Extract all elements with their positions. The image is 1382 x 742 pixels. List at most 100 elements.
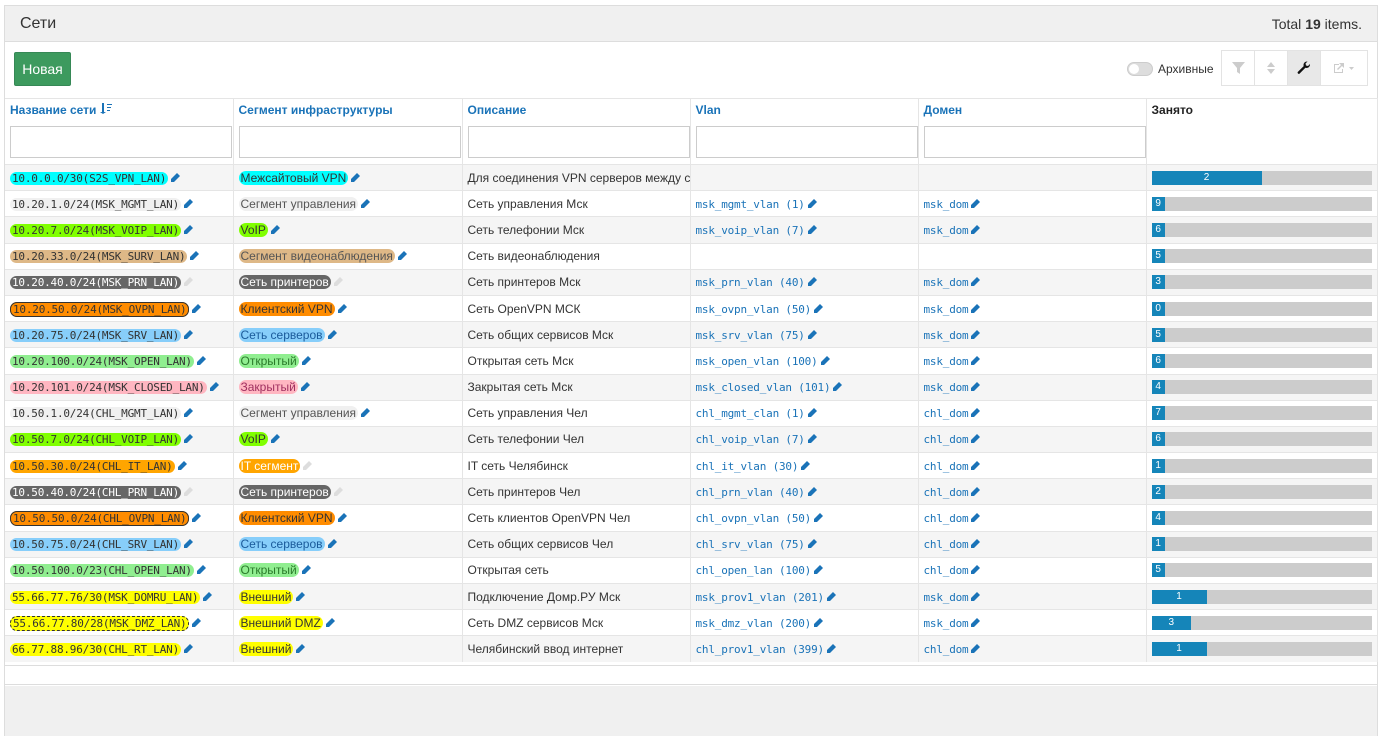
table-row[interactable]: 10.50.75.0/24(CHL_SRV_LAN) Сеть серверов С…: [5, 530, 1378, 558]
pencil-icon[interactable]: [970, 224, 981, 235]
network-name[interactable]: 10.20.7.0/24(MSK_VOIP_LAN): [10, 223, 181, 237]
pencil-icon[interactable]: [196, 565, 206, 575]
network-name[interactable]: 10.50.40.0/24(CHL_PRN_LAN): [10, 485, 181, 499]
segment-label[interactable]: Открытый: [238, 563, 299, 578]
domain-link[interactable]: chl_dom: [924, 538, 969, 551]
pencil-icon[interactable]: [813, 513, 824, 523]
segment-label[interactable]: Сеть серверов: [238, 327, 325, 342]
export-button[interactable]: [1321, 51, 1367, 85]
network-name[interactable]: 10.20.33.0/24(MSK_SURV_LAN): [10, 250, 188, 264]
pencil-icon[interactable]: [327, 329, 337, 340]
table-row[interactable]: 10.50.50.0/24(CHL_OVPN_LAN) Клиентский VP…: [5, 504, 1378, 532]
vlan-link[interactable]: msk_prn_vlan (40): [696, 276, 805, 289]
network-name[interactable]: 10.50.75.0/24(CHL_SRV_LAN): [10, 538, 181, 552]
pencil-icon[interactable]: [183, 277, 193, 287]
column-header-domain[interactable]: Домен: [918, 98, 1147, 165]
domain-link[interactable]: msk_dom: [924, 591, 969, 604]
domain-link[interactable]: chl_dom: [924, 460, 969, 473]
domain-link[interactable]: msk_dom: [924, 224, 969, 237]
segment-label[interactable]: Клиентский VPN: [238, 301, 335, 316]
pencil-icon[interactable]: [970, 617, 981, 628]
pencil-icon[interactable]: [807, 277, 817, 287]
pencil-icon[interactable]: [270, 224, 280, 235]
pencil-icon[interactable]: [813, 617, 824, 628]
pencil-icon[interactable]: [302, 460, 313, 471]
pencil-icon[interactable]: [191, 617, 202, 628]
segment-label[interactable]: Сеть серверов: [238, 537, 325, 552]
vlan-link[interactable]: msk_voip_vlan (7): [696, 224, 805, 237]
vlan-link[interactable]: msk_dmz_vlan (200): [696, 617, 812, 630]
network-name[interactable]: 10.50.100.0/23(CHL_OPEN_LAN): [10, 564, 194, 578]
vlan-link[interactable]: msk_mgmt_vlan (1): [696, 198, 805, 211]
table-row[interactable]: 10.0.0.0/30(S2S_VPN_LAN) Межсайтовый VPN Д…: [5, 163, 1378, 191]
segment-label[interactable]: Межсайтовый VPN: [238, 170, 349, 185]
network-name[interactable]: 10.20.100.0/24(MSK_OPEN_LAN): [10, 354, 194, 368]
network-name[interactable]: 10.20.40.0/24(MSK_PRN_LAN): [10, 276, 181, 290]
pencil-icon[interactable]: [183, 329, 193, 340]
table-row[interactable]: 10.50.7.0/24(CHL_VOIP_LAN) VoIP Сеть телеф…: [5, 425, 1378, 453]
pencil-icon[interactable]: [813, 303, 824, 314]
pencil-icon[interactable]: [807, 434, 817, 444]
filter-input-name[interactable]: [10, 126, 232, 158]
pencil-icon[interactable]: [202, 591, 213, 602]
pencil-icon[interactable]: [270, 434, 280, 444]
vlan-link[interactable]: chl_it_vlan (30): [696, 460, 799, 473]
pencil-icon[interactable]: [397, 251, 407, 261]
table-row[interactable]: 10.20.50.0/24(MSK_OVPN_LAN) Клиентский VP…: [5, 294, 1378, 322]
segment-label[interactable]: Сегмент управления: [238, 406, 359, 421]
pencil-icon[interactable]: [170, 172, 181, 183]
domain-link[interactable]: chl_dom: [924, 643, 969, 656]
pencil-icon[interactable]: [295, 644, 306, 654]
segment-label[interactable]: Внешний: [238, 589, 294, 604]
column-header-vlan[interactable]: Vlan: [690, 98, 919, 165]
table-row[interactable]: 10.50.1.0/24(CHL_MGMT_LAN) Сегмент управл…: [5, 399, 1378, 427]
pencil-icon[interactable]: [807, 539, 817, 549]
segment-label[interactable]: Внешний DMZ: [238, 615, 323, 630]
new-network-button[interactable]: Новая: [14, 52, 71, 86]
segment-label[interactable]: Сегмент управления: [238, 196, 359, 211]
pencil-icon[interactable]: [189, 251, 200, 261]
pencil-icon[interactable]: [800, 460, 811, 471]
table-row[interactable]: 10.20.75.0/24(MSK_SRV_LAN) Сеть серверов С…: [5, 321, 1378, 348]
network-name[interactable]: 10.20.101.0/24(MSK_CLOSED_LAN): [10, 381, 207, 395]
sort-button[interactable]: [1255, 51, 1288, 85]
vlan-link[interactable]: chl_ovpn_vlan (50): [696, 512, 812, 525]
vlan-link[interactable]: chl_mgmt_clan (1): [696, 407, 805, 420]
domain-link[interactable]: msk_dom: [924, 355, 969, 368]
pencil-icon[interactable]: [970, 486, 981, 497]
table-row[interactable]: 10.50.30.0/24(CHL_IT_LAN) IT сегмент IT се…: [5, 452, 1378, 479]
pencil-icon[interactable]: [183, 644, 193, 654]
pencil-icon[interactable]: [327, 539, 337, 549]
vlan-link[interactable]: msk_closed_vlan (101): [696, 381, 831, 394]
segment-label[interactable]: Сеть принтеров: [238, 484, 331, 499]
vlan-link[interactable]: msk_open_vlan (100): [696, 355, 818, 368]
network-name[interactable]: 10.50.50.0/24(CHL_OVPN_LAN): [10, 511, 190, 527]
vlan-link[interactable]: chl_prn_vlan (40): [696, 486, 805, 499]
segment-label[interactable]: IT сегмент: [238, 458, 301, 473]
pencil-icon[interactable]: [209, 382, 219, 392]
pencil-icon[interactable]: [970, 408, 981, 418]
table-row[interactable]: 10.20.1.0/24(MSK_MGMT_LAN) Сегмент управл…: [5, 190, 1378, 217]
column-header-segment[interactable]: Сегмент инфраструктуры: [233, 98, 463, 165]
table-row[interactable]: 10.20.40.0/24(MSK_PRN_LAN) Сеть принтеров…: [5, 268, 1378, 296]
pencil-icon[interactable]: [807, 408, 817, 418]
table-row[interactable]: 10.50.100.0/23(CHL_OPEN_LAN) Открытый Откр…: [5, 556, 1378, 584]
pencil-icon[interactable]: [360, 198, 371, 209]
segment-label[interactable]: Открытый: [238, 353, 299, 368]
pencil-icon[interactable]: [813, 565, 824, 575]
pencil-icon[interactable]: [196, 355, 206, 366]
pencil-icon[interactable]: [183, 434, 193, 444]
pencil-icon[interactable]: [360, 408, 371, 418]
domain-link[interactable]: chl_dom: [924, 512, 969, 525]
pencil-icon[interactable]: [970, 303, 981, 314]
pencil-icon[interactable]: [807, 224, 817, 235]
pencil-icon[interactable]: [183, 486, 193, 497]
column-header-name[interactable]: Название сети: [5, 98, 234, 165]
pencil-icon[interactable]: [301, 355, 311, 366]
network-name[interactable]: 10.20.50.0/24(MSK_OVPN_LAN): [10, 301, 190, 317]
pencil-icon[interactable]: [183, 198, 193, 209]
pencil-icon[interactable]: [333, 277, 343, 287]
pencil-icon[interactable]: [295, 591, 306, 602]
domain-link[interactable]: msk_dom: [924, 381, 969, 394]
pencil-icon[interactable]: [350, 172, 361, 183]
